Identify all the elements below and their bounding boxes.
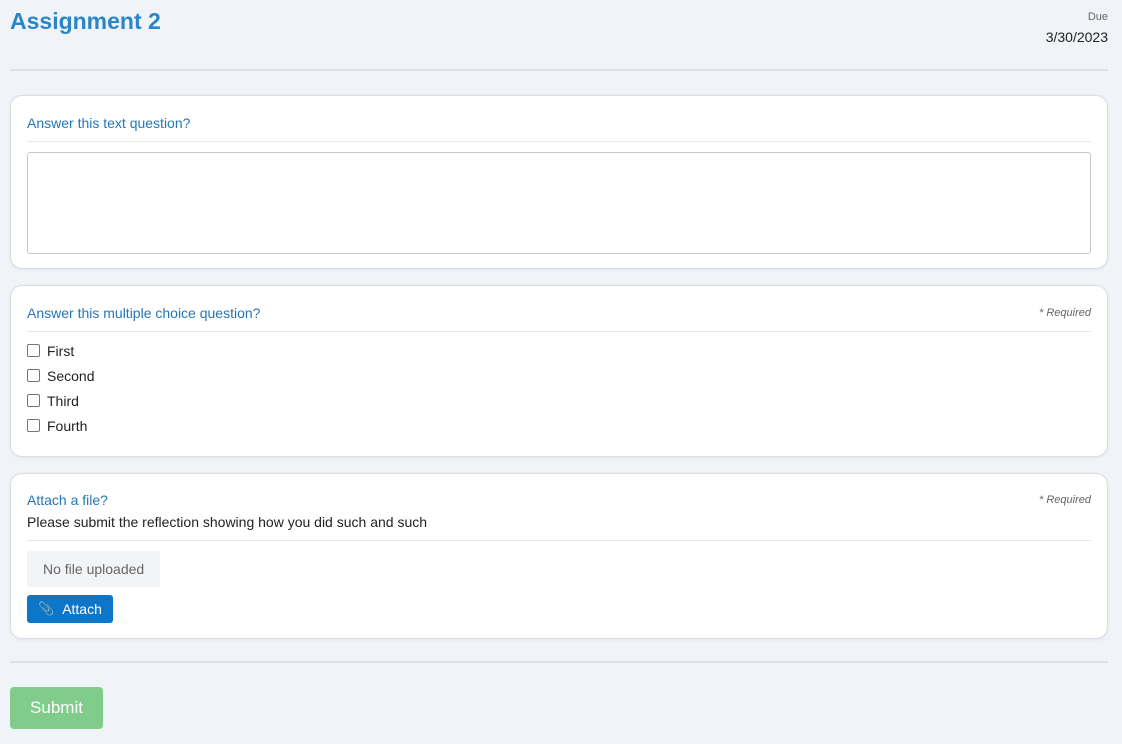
checkbox[interactable] <box>27 419 40 432</box>
options-list: First Second Third Fourth <box>27 332 1091 438</box>
question-header: Attach a file? * Required Please submit … <box>27 474 1091 540</box>
file-upload-card: Attach a file? * Required Please submit … <box>10 473 1108 639</box>
option-fourth[interactable]: Fourth <box>27 413 1091 438</box>
option-second[interactable]: Second <box>27 363 1091 388</box>
checkbox[interactable] <box>27 394 40 407</box>
page-title: Assignment 2 <box>10 8 161 34</box>
page-header: Assignment 2 Due 3/30/2023 <box>10 0 1108 71</box>
option-label: Fourth <box>47 417 88 434</box>
option-label: Third <box>47 392 79 409</box>
checkbox[interactable] <box>27 344 40 357</box>
multiple-choice-card: Answer this multiple choice question? * … <box>10 285 1108 457</box>
text-answer-input[interactable] <box>27 152 1091 254</box>
question-title: Attach a file? <box>27 492 108 508</box>
checkbox[interactable] <box>27 369 40 382</box>
due-info: Due 3/30/2023 <box>1046 11 1108 45</box>
file-status: No file uploaded <box>27 551 161 587</box>
required-label: * Required <box>1039 307 1091 319</box>
option-third[interactable]: Third <box>27 388 1091 413</box>
required-label: * Required <box>1039 494 1091 506</box>
paperclip-icon: 📎 <box>38 601 55 616</box>
due-date: 3/30/2023 <box>1045 29 1108 45</box>
attach-button[interactable]: 📎 Attach <box>27 595 113 623</box>
attach-button-label: Attach <box>62 601 102 617</box>
option-first[interactable]: First <box>27 338 1091 363</box>
footer-divider <box>10 661 1108 663</box>
text-question-card: Answer this text question? <box>10 95 1108 269</box>
question-header: Answer this multiple choice question? * … <box>27 286 1091 331</box>
due-label: Due <box>1087 11 1108 23</box>
assignment-page: Assignment 2 Due 3/30/2023 Answer this t… <box>0 0 1122 744</box>
submit-button[interactable]: Submit <box>10 687 103 729</box>
question-description: Please submit the reflection showing how… <box>27 514 428 530</box>
question-title: Answer this multiple choice question? <box>27 305 261 321</box>
option-label: Second <box>47 367 95 384</box>
option-label: First <box>47 342 75 359</box>
question-title: Answer this text question? <box>27 115 191 131</box>
question-header: Answer this text question? <box>27 96 1091 141</box>
